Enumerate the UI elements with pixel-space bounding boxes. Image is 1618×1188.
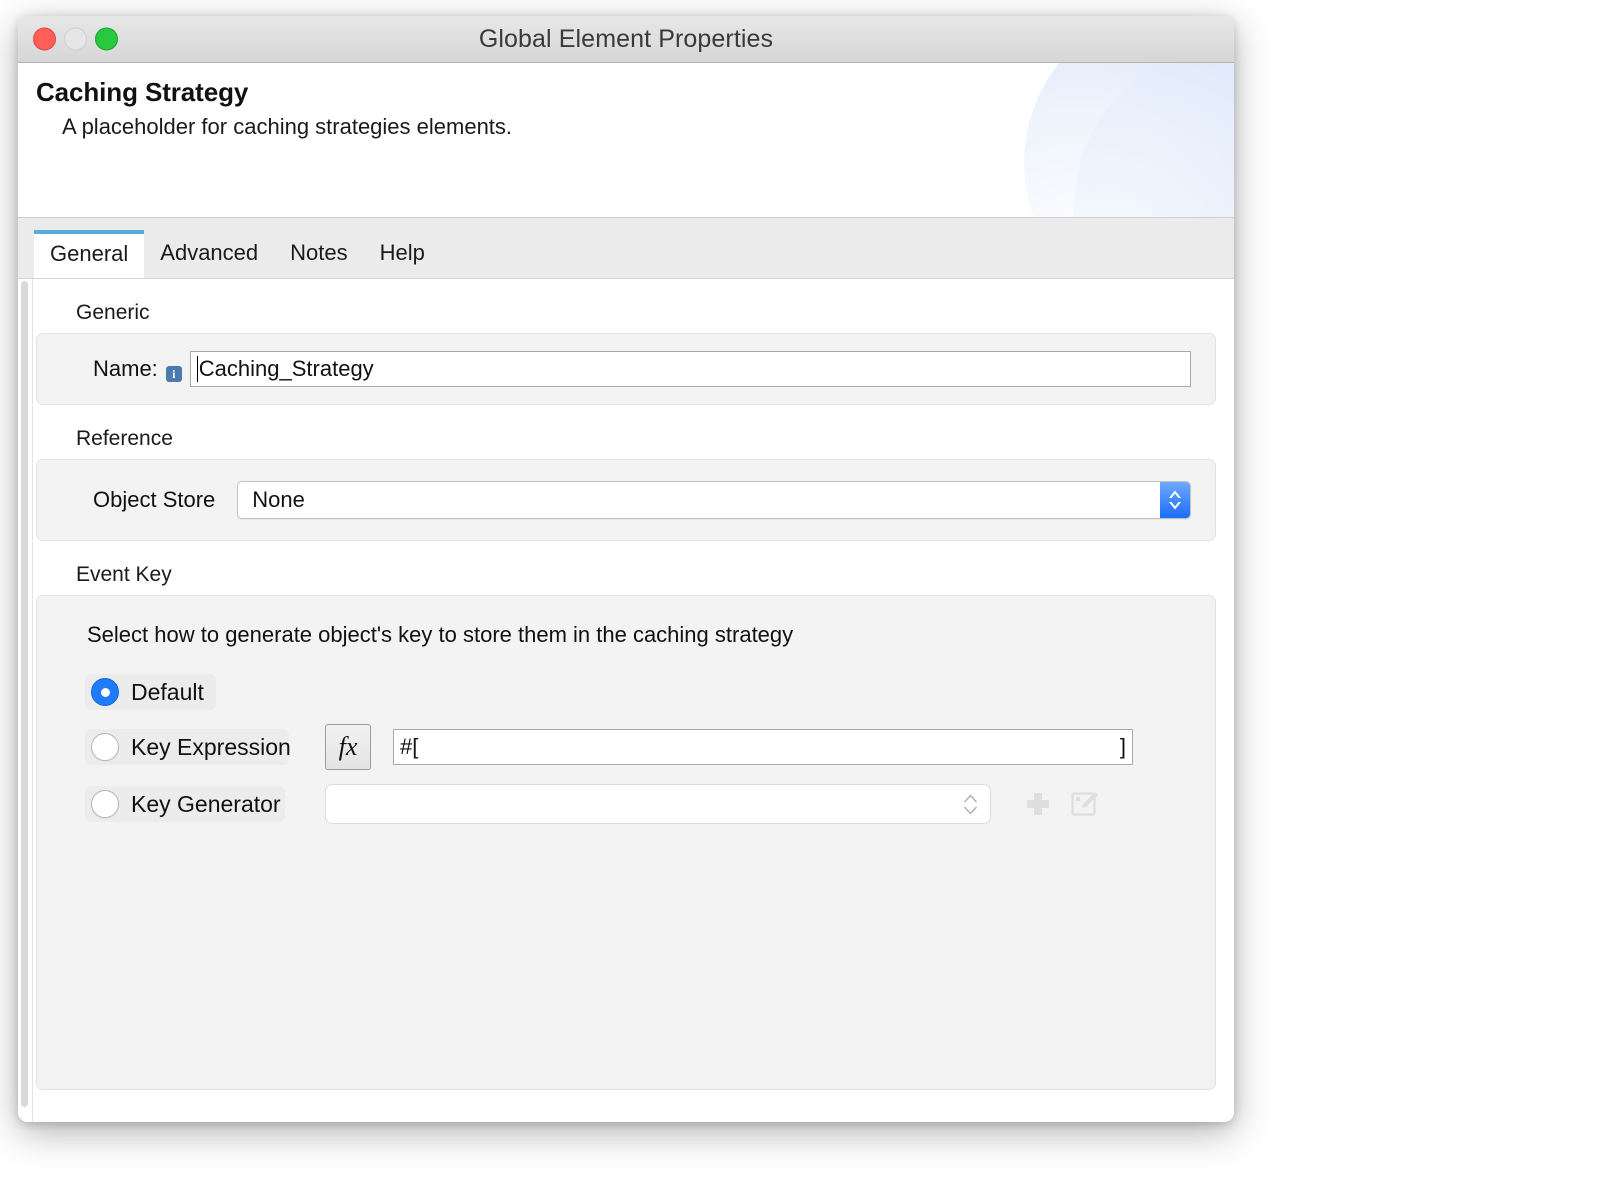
event-key-option-default-row: Default [85, 674, 1189, 710]
tab-help-label: Help [380, 240, 425, 266]
object-store-stepper[interactable] [1160, 482, 1190, 518]
edit-key-generator-button[interactable] [1067, 787, 1101, 821]
event-key-option-key-expression-row: Key Expression fx #[ ] [85, 724, 1189, 770]
key-expression-input[interactable]: #[ ] [393, 729, 1133, 765]
tab-bar: General Advanced Notes Help [18, 218, 1234, 279]
window-title: Global Element Properties [18, 25, 1234, 54]
event-key-section-panel: Select how to generate object's key to s… [36, 595, 1216, 1090]
add-key-generator-button[interactable] [1021, 787, 1055, 821]
chevron-up-icon [963, 794, 978, 803]
key-generator-select[interactable] [325, 784, 991, 824]
object-store-value: None [238, 487, 1160, 513]
chevron-up-icon [1168, 490, 1182, 499]
window-titlebar: Global Element Properties [18, 16, 1234, 63]
info-icon[interactable]: i [166, 366, 182, 382]
generic-section-panel: Name: i Caching_Strategy [36, 333, 1216, 405]
fx-button[interactable]: fx [325, 724, 371, 770]
global-element-properties-window: Global Element Properties Caching Strate… [18, 16, 1234, 1122]
radio-key-generator-indicator [91, 790, 119, 818]
radio-option-key-generator[interactable]: Key Generator [85, 786, 285, 822]
close-window-button[interactable] [33, 28, 56, 51]
dialog-body: General Advanced Notes Help Generic Name… [18, 218, 1234, 1122]
page-subtitle: A placeholder for caching strategies ele… [62, 114, 1234, 140]
key-expression-open: #[ [400, 734, 418, 760]
object-store-label: Object Store [93, 487, 215, 513]
tab-advanced-label: Advanced [160, 240, 258, 266]
key-generator-stepper[interactable] [963, 794, 978, 815]
name-label: Name: [93, 356, 158, 382]
tab-notes[interactable]: Notes [274, 230, 363, 278]
tab-advanced[interactable]: Advanced [144, 230, 274, 278]
radio-default-indicator [91, 678, 119, 706]
name-input[interactable]: Caching_Strategy [190, 351, 1191, 387]
general-tab-content: Generic Name: i Caching_Strategy Referen… [18, 279, 1234, 1122]
tab-notes-label: Notes [290, 240, 347, 266]
dialog-header: Caching Strategy A placeholder for cachi… [18, 63, 1234, 218]
event-key-section-label: Event Key [76, 563, 1216, 587]
reference-section-label: Reference [76, 427, 1216, 451]
plus-icon [1023, 789, 1053, 819]
radio-option-default[interactable]: Default [85, 674, 216, 710]
minimize-window-button[interactable] [64, 28, 87, 51]
key-expression-close: ] [1120, 734, 1126, 760]
edit-icon [1069, 789, 1099, 819]
radio-key-expression-label: Key Expression [131, 734, 291, 761]
name-input-value: Caching_Strategy [199, 356, 374, 382]
tab-help[interactable]: Help [364, 230, 441, 278]
object-store-select[interactable]: None [237, 481, 1191, 519]
chevron-down-icon [1168, 501, 1182, 510]
text-caret [197, 356, 198, 382]
scrollbar-thumb[interactable] [21, 281, 28, 1107]
tab-general[interactable]: General [34, 230, 144, 278]
page-title: Caching Strategy [36, 77, 1234, 108]
maximize-window-button[interactable] [95, 28, 118, 51]
generic-section-label: Generic [76, 301, 1216, 325]
radio-option-key-expression[interactable]: Key Expression [85, 729, 289, 765]
radio-default-label: Default [131, 679, 204, 706]
window-controls [33, 28, 118, 51]
content-scrollbar[interactable] [18, 279, 33, 1122]
event-key-description: Select how to generate object's key to s… [87, 622, 1189, 648]
reference-section-panel: Object Store None [36, 459, 1216, 541]
event-key-option-key-generator-row: Key Generator [85, 784, 1189, 824]
chevron-down-icon [963, 806, 978, 815]
tab-general-label: General [50, 241, 128, 267]
radio-key-generator-label: Key Generator [131, 791, 281, 818]
radio-key-expression-indicator [91, 733, 119, 761]
